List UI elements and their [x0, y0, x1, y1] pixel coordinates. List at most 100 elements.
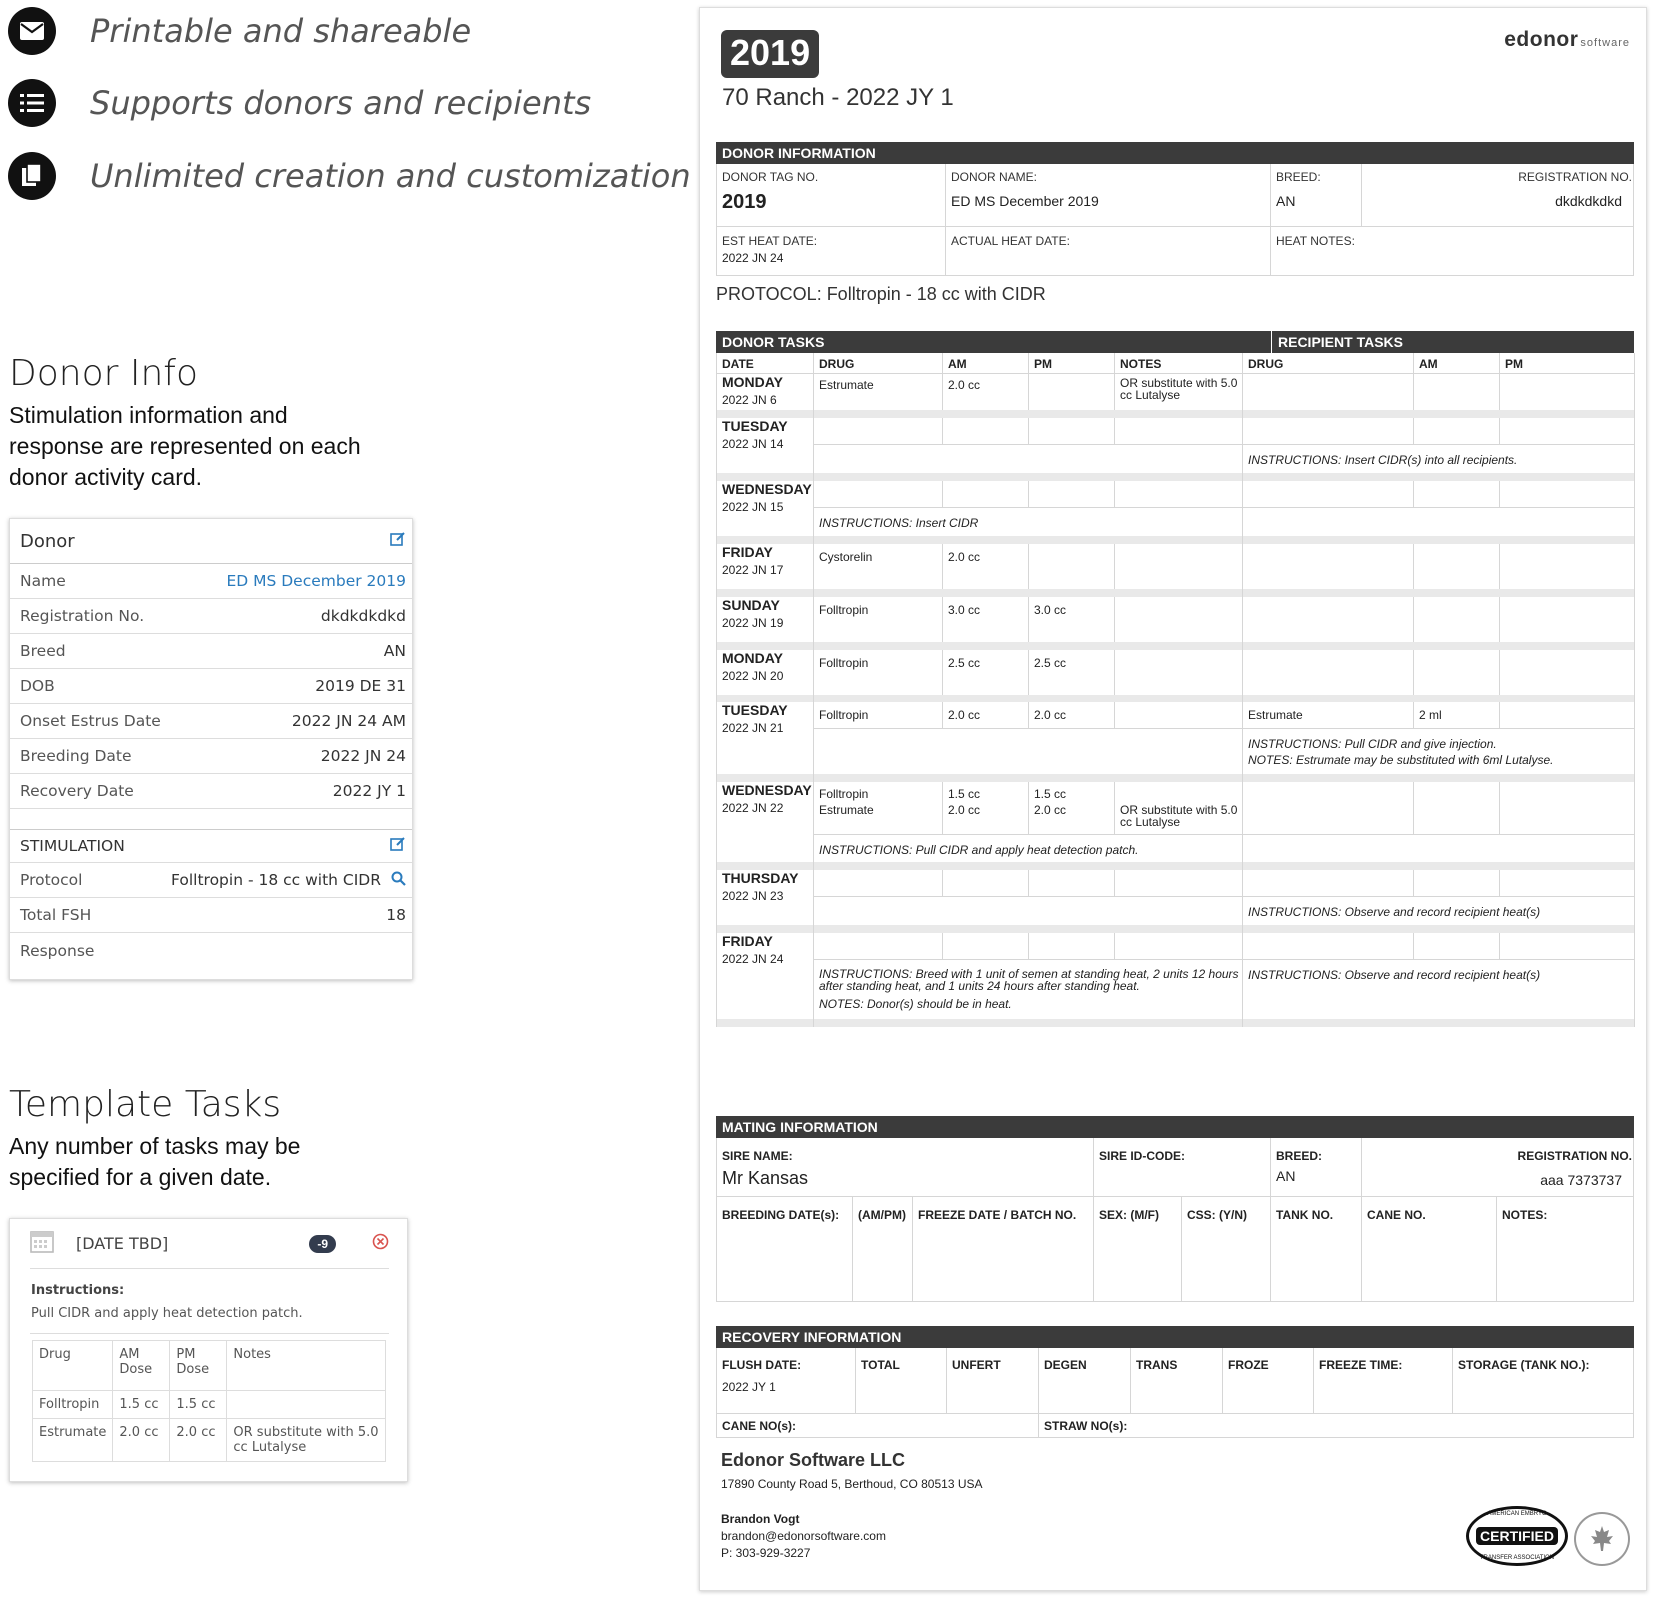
task-col-header: NOTES	[1120, 357, 1162, 371]
task-date: 2022 JN 14	[722, 437, 784, 451]
donor-row-value: 2022 JN 24	[320, 747, 406, 765]
donor-tag-label: DONOR TAG NO.	[722, 170, 819, 184]
list-icon	[8, 79, 56, 127]
mating-breed-value: AN	[1276, 1168, 1296, 1184]
grid-line	[1114, 597, 1115, 642]
edit-icon[interactable]	[390, 836, 406, 856]
grid-line	[942, 374, 943, 410]
grid-line	[942, 481, 943, 507]
grid-line	[942, 933, 943, 959]
feature-item: Unlimited creation and customization	[8, 152, 691, 200]
breed-value: AN	[1276, 193, 1296, 209]
task-table: Drug AM Dose PM Dose Notes Folltropin 1.…	[31, 1340, 386, 1462]
recovery-col-header: STORAGE (TANK NO.):	[1458, 1358, 1590, 1372]
mating-col-header: TANK NO.	[1276, 1208, 1334, 1222]
col-header: AM Dose	[112, 1340, 171, 1391]
grid-line	[942, 782, 943, 834]
donor-row: Recovery Date 2022 JY 1	[10, 774, 412, 809]
flush-date-value: 2022 JY 1	[722, 1380, 776, 1394]
donor-name-value: ED MS December 2019	[951, 193, 1099, 209]
contact-email[interactable]: brandon@edonorsoftware.com	[721, 1529, 886, 1543]
breed-label: BREED:	[1276, 170, 1321, 184]
donor-row-label: Breeding Date	[20, 747, 132, 765]
grid-line	[1413, 544, 1414, 589]
task-am: 2.0 cc	[948, 378, 981, 392]
task-drug: Estrumate	[819, 378, 874, 392]
stim-row-response: Response	[10, 933, 412, 968]
mating-info-bar: MATING INFORMATION	[716, 1116, 1634, 1138]
donor-name-label: DONOR NAME:	[951, 170, 1038, 184]
search-icon[interactable]	[391, 871, 406, 890]
grid-line	[1114, 374, 1115, 410]
edit-icon[interactable]	[390, 531, 406, 552]
task-day: MONDAY	[722, 650, 783, 666]
donor-row-value[interactable]: ED MS December 2019	[226, 572, 406, 590]
task-pm: 2.0 cc	[1034, 803, 1067, 817]
recipient-instructions: INSTRUCTIONS: Insert CIDR(s) into all re…	[1248, 453, 1518, 467]
delete-icon[interactable]	[372, 1233, 389, 1255]
grid-line	[716, 373, 1634, 374]
mating-col-header: FREEZE DATE / BATCH NO.	[918, 1208, 1077, 1222]
grid-line	[1114, 870, 1115, 896]
grid-line	[1028, 353, 1029, 373]
grid-line	[1499, 481, 1500, 507]
donor-row-label: Recovery Date	[20, 782, 134, 800]
task-date: 2022 JN 23	[722, 889, 784, 903]
recipient-instructions: INSTRUCTIONS: Observe and record recipie…	[1248, 968, 1541, 982]
grid-line	[813, 507, 1634, 508]
task-date: 2022 JN 19	[722, 616, 784, 630]
grid-line	[1413, 782, 1414, 834]
mating-col-header: SEX: (M/F)	[1099, 1208, 1159, 1222]
grid-line	[1499, 782, 1500, 834]
donor-row-label: Registration No.	[20, 607, 145, 625]
grid-line	[1634, 353, 1635, 1027]
grid-line	[1028, 933, 1029, 959]
task-drug: Folltropin	[819, 656, 869, 670]
grid-line	[1028, 597, 1029, 642]
mating-col-header: NOTES:	[1502, 1208, 1548, 1222]
table-row: Estrumate 2.0 cc 2.0 cc OR substitute wi…	[31, 1418, 386, 1462]
est-heat-label: EST HEAT DATE:	[722, 234, 818, 248]
donor-card-header: Donor	[10, 519, 412, 564]
grid-line	[716, 925, 1634, 933]
cell: Folltropin	[31, 1390, 114, 1419]
task-drug: Folltropin	[819, 787, 869, 801]
grid-line	[1114, 353, 1115, 373]
grid-line	[716, 353, 717, 1027]
grid-line	[1028, 544, 1029, 589]
task-drug: Folltropin	[819, 603, 869, 617]
recovery-col-header: TRANS	[1136, 1358, 1178, 1372]
stim-label: Response	[20, 941, 95, 960]
task-drug: Estrumate	[819, 803, 874, 817]
task-date: 2022 JN 15	[722, 500, 784, 514]
sire-id-label: SIRE ID-CODE:	[1099, 1149, 1186, 1163]
grid-line	[1028, 374, 1029, 410]
task-date: 2022 JN 6	[722, 393, 777, 407]
task-col-header: DATE	[722, 357, 754, 371]
stimulation-header: STIMULATION	[10, 829, 412, 863]
offset-badge: -9	[309, 1234, 336, 1253]
donor-row-value: 2022 JN 24 AM	[291, 712, 406, 730]
mating-col-header: CANE NO.	[1367, 1208, 1426, 1222]
task-day: THURSDAY	[722, 870, 799, 886]
grid-line	[1499, 597, 1500, 642]
heat-notes-label: HEAT NOTES:	[1276, 234, 1355, 248]
reg-value: dkdkdkdkd	[1555, 193, 1622, 209]
task-col-header: PM	[1505, 357, 1523, 371]
sire-name-value: Mr Kansas	[722, 1168, 809, 1188]
donor-card: Donor Name ED MS December 2019 Registratio…	[9, 518, 413, 980]
grid-line	[1499, 353, 1500, 373]
logo-text: edonor	[1504, 28, 1579, 51]
task-col-header: AM	[948, 357, 967, 371]
task-col-header: DRUG	[819, 357, 855, 371]
cell: Estrumate	[31, 1418, 114, 1462]
task-col-header: PM	[1034, 357, 1052, 371]
grid-line	[1499, 374, 1500, 410]
task-card-header: [DATE TBD] -9	[30, 1219, 389, 1269]
grid-line	[1028, 481, 1029, 507]
contact-name: Brandon Vogt	[721, 1512, 800, 1526]
grid-line	[1499, 870, 1500, 896]
seal-text: CERTIFIED	[1476, 1527, 1558, 1545]
grid-line	[1499, 933, 1500, 959]
stim-value: Folltropin - 18 cc with CIDR	[171, 871, 381, 889]
